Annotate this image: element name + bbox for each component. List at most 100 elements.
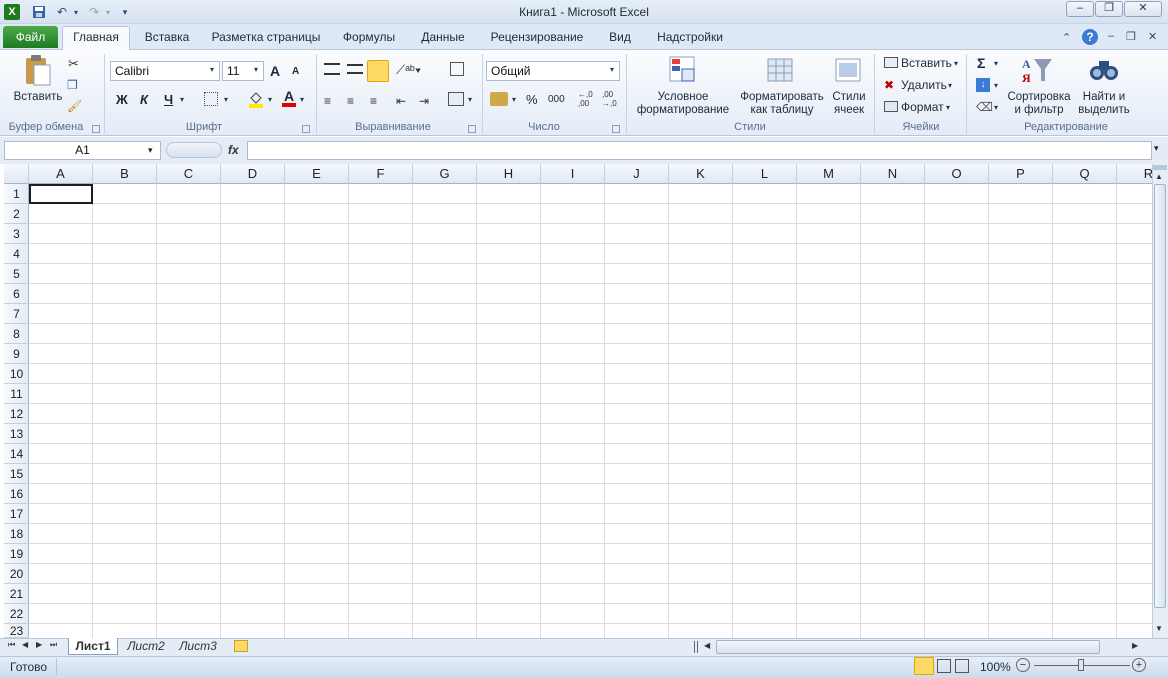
delete-cells-button[interactable]: Удалить xyxy=(901,78,947,92)
paste-icon[interactable] xyxy=(22,54,52,86)
row-header[interactable]: 9 xyxy=(4,344,29,364)
row-header[interactable]: 23 xyxy=(4,624,29,638)
chevron-down-icon[interactable]: ▾ xyxy=(948,81,952,90)
alignment-launcher-icon[interactable] xyxy=(468,125,476,133)
tab-review[interactable]: Рецензирование xyxy=(484,27,590,49)
last-sheet-icon[interactable]: ⏭ xyxy=(50,640,57,650)
align-bottom-icon[interactable] xyxy=(367,60,389,82)
column-header[interactable]: P xyxy=(989,164,1053,184)
row-header[interactable]: 21 xyxy=(4,584,29,604)
vertical-scroll-thumb[interactable] xyxy=(1154,184,1166,608)
column-header[interactable]: B xyxy=(93,164,157,184)
autosum-button[interactable]: Σ xyxy=(977,55,985,71)
increase-decimal-icon[interactable]: ←,0,00 xyxy=(578,90,593,108)
insert-cells-button[interactable]: Вставить xyxy=(901,56,952,70)
column-header[interactable]: O xyxy=(925,164,989,184)
tab-addins[interactable]: Надстройки xyxy=(648,27,732,49)
first-sheet-icon[interactable]: ⏮ xyxy=(8,640,15,650)
align-left-icon[interactable]: ≡ xyxy=(324,94,331,108)
thousands-button[interactable]: 000 xyxy=(548,94,565,105)
row-header[interactable]: 18 xyxy=(4,524,29,544)
text-orientation-icon[interactable]: ⟋ᵃᵇ▾ xyxy=(396,62,421,78)
cut-icon[interactable]: ✂ xyxy=(68,56,79,72)
chevron-down-icon[interactable]: ▾ xyxy=(254,65,258,74)
borders-icon[interactable] xyxy=(204,92,218,106)
scroll-down-icon[interactable]: ▼ xyxy=(1155,624,1163,633)
column-header[interactable]: Q xyxy=(1053,164,1117,184)
align-middle-icon[interactable] xyxy=(347,64,363,74)
name-box[interactable]: A1 xyxy=(4,141,161,160)
format-cells-button[interactable]: Формат xyxy=(901,100,944,114)
row-header[interactable]: 1 xyxy=(4,184,29,204)
sheet-tab-2[interactable]: Лист2 xyxy=(122,638,170,655)
format-cells-icon[interactable] xyxy=(884,101,898,112)
font-name-select[interactable]: Calibri xyxy=(110,61,220,81)
wrap-text-icon[interactable] xyxy=(450,62,464,76)
sheet-tab-3[interactable]: Лист3 xyxy=(174,638,222,655)
column-header[interactable]: N xyxy=(861,164,925,184)
copy-icon[interactable]: ❐ xyxy=(67,78,78,92)
bold-button[interactable]: Ж xyxy=(116,92,128,107)
column-header[interactable]: F xyxy=(349,164,413,184)
zoom-slider-thumb[interactable] xyxy=(1078,659,1084,671)
format-painter-icon[interactable]: 🖌 xyxy=(67,99,82,113)
tab-view[interactable]: Вид xyxy=(602,27,638,49)
conditional-formatting-button[interactable]: Условное форматирование xyxy=(630,91,736,117)
chevron-down-icon[interactable]: ▾ xyxy=(148,145,153,156)
tab-split-handle[interactable] xyxy=(694,641,698,653)
format-as-table-button[interactable]: Форматировать как таблицу xyxy=(736,91,828,117)
horizontal-scroll-thumb[interactable] xyxy=(716,640,1100,654)
cell-styles-icon[interactable] xyxy=(834,55,864,85)
delete-cells-icon[interactable]: ✖ xyxy=(884,78,894,92)
normal-view-icon[interactable] xyxy=(914,657,934,675)
underline-button[interactable]: Ч xyxy=(164,92,173,107)
scroll-up-icon[interactable]: ▲ xyxy=(1155,172,1163,181)
select-all-corner[interactable] xyxy=(4,164,29,184)
find-select-icon[interactable] xyxy=(1089,57,1119,83)
chevron-down-icon[interactable]: ▾ xyxy=(954,59,958,68)
prev-sheet-icon[interactable]: ◀ xyxy=(22,640,28,649)
row-header[interactable]: 6 xyxy=(4,284,29,304)
row-header[interactable]: 11 xyxy=(4,384,29,404)
zoom-out-button[interactable]: − xyxy=(1016,658,1030,672)
row-header[interactable]: 3 xyxy=(4,224,29,244)
page-break-view-icon[interactable] xyxy=(955,659,969,673)
column-header[interactable]: J xyxy=(605,164,669,184)
row-header[interactable]: 5 xyxy=(4,264,29,284)
clear-icon[interactable]: ⌫ xyxy=(976,100,993,114)
sort-filter-icon[interactable]: АЯ xyxy=(1020,55,1054,85)
number-format-select[interactable]: Общий xyxy=(486,61,620,81)
doc-restore-icon[interactable]: ❐ xyxy=(1126,30,1136,43)
cell-styles-button[interactable]: Стили ячеек xyxy=(828,91,870,117)
tab-formulas[interactable]: Формулы xyxy=(336,27,402,49)
cell-grid[interactable] xyxy=(29,184,1152,638)
row-header[interactable]: 2 xyxy=(4,204,29,224)
tab-insert[interactable]: Вставка xyxy=(136,27,198,49)
minimize-button[interactable]: – xyxy=(1066,1,1094,17)
fill-color-icon[interactable] xyxy=(248,90,264,108)
clipboard-launcher-icon[interactable] xyxy=(92,125,100,133)
column-header[interactable]: G xyxy=(413,164,477,184)
chevron-down-icon[interactable]: ▾ xyxy=(468,95,472,104)
tab-file[interactable]: Файл xyxy=(3,26,58,48)
insert-function-button[interactable]: fx xyxy=(228,143,239,157)
insert-cells-icon[interactable] xyxy=(884,57,898,68)
font-color-button[interactable]: A xyxy=(282,89,296,107)
column-header[interactable]: H xyxy=(477,164,541,184)
row-header[interactable]: 7 xyxy=(4,304,29,324)
row-header[interactable]: 4 xyxy=(4,244,29,264)
row-header[interactable]: 14 xyxy=(4,444,29,464)
row-header[interactable]: 15 xyxy=(4,464,29,484)
chevron-down-icon[interactable]: ▾ xyxy=(610,65,614,74)
formula-input[interactable] xyxy=(247,141,1152,160)
zoom-level[interactable]: 100% xyxy=(980,660,1011,674)
maximize-button[interactable]: ❐ xyxy=(1095,1,1123,17)
number-launcher-icon[interactable] xyxy=(612,125,620,133)
chevron-down-icon[interactable]: ▾ xyxy=(180,95,184,104)
column-header[interactable]: C xyxy=(157,164,221,184)
chevron-down-icon[interactable]: ▾ xyxy=(268,95,272,104)
help-icon[interactable]: ? xyxy=(1082,29,1098,45)
column-header[interactable]: L xyxy=(733,164,797,184)
decrease-decimal-icon[interactable]: ,00 →,0 xyxy=(602,90,617,108)
align-top-icon[interactable] xyxy=(324,63,340,75)
